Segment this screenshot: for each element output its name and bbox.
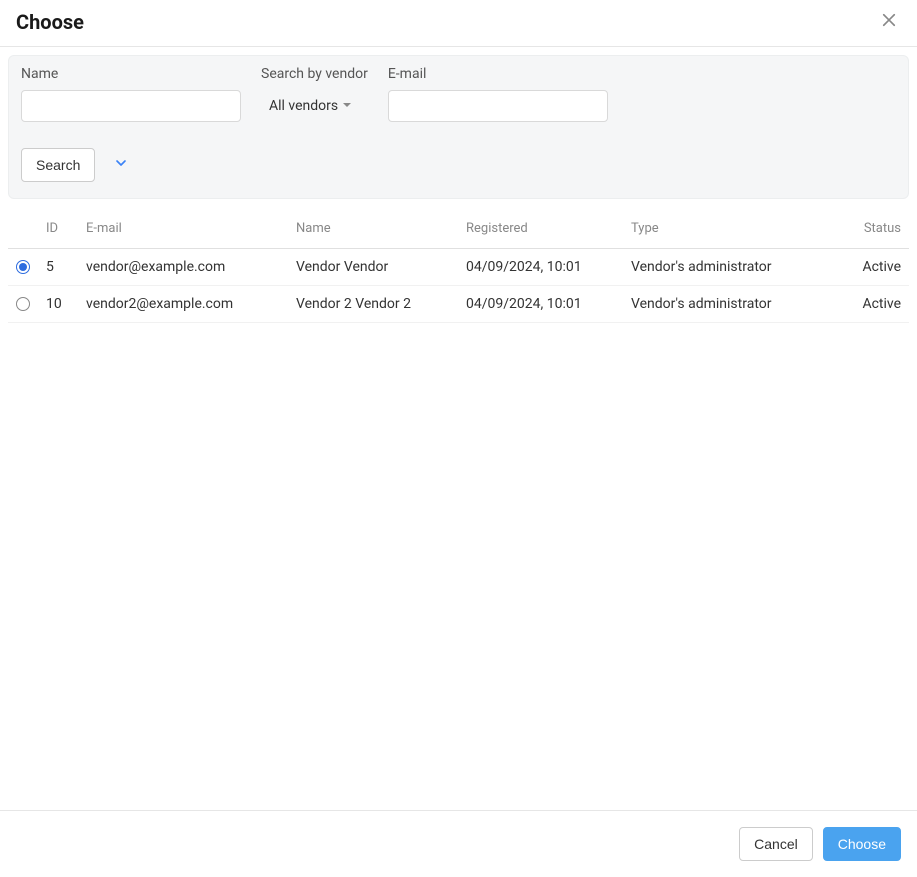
table-row[interactable]: 10vendor2@example.comVendor 2 Vendor 204… <box>8 286 909 323</box>
choose-button[interactable]: Choose <box>823 827 901 861</box>
chevron-down-icon <box>113 155 129 175</box>
filter-panel: Name Search by vendor All vendors E-mail <box>8 55 909 199</box>
search-row: Search <box>21 148 896 182</box>
vendor-dropdown[interactable]: All vendors <box>261 90 368 122</box>
table-cell-type: Vendor's administrator <box>623 286 839 323</box>
dialog-footer: Cancel Choose <box>0 810 917 877</box>
email-input[interactable] <box>388 90 608 122</box>
table-cell-id: 5 <box>38 249 78 286</box>
search-button[interactable]: Search <box>21 148 95 182</box>
close-icon <box>880 11 898 33</box>
table-cell-registered: 04/09/2024, 10:01 <box>458 286 623 323</box>
table-cell-type: Vendor's administrator <box>623 249 839 286</box>
table-cell-status: Active <box>839 286 909 323</box>
table-header-status[interactable]: Status <box>839 209 909 249</box>
advanced-toggle[interactable] <box>113 155 129 175</box>
table-cell-registered: 04/09/2024, 10:01 <box>458 249 623 286</box>
table-header-email[interactable]: E-mail <box>78 209 288 249</box>
table-header-name[interactable]: Name <box>288 209 458 249</box>
name-label: Name <box>21 66 241 82</box>
close-button[interactable] <box>877 10 901 34</box>
cancel-button[interactable]: Cancel <box>739 827 813 861</box>
name-input[interactable] <box>21 90 241 122</box>
table-header-id[interactable]: ID <box>38 209 78 249</box>
table-cell-email: vendor@example.com <box>78 249 288 286</box>
filter-email-field: E-mail <box>388 66 608 122</box>
table-cell-id: 10 <box>38 286 78 323</box>
caret-down-icon <box>342 98 352 114</box>
table-cell-select <box>8 249 38 286</box>
table-cell-name: Vendor 2 Vendor 2 <box>288 286 458 323</box>
table-cell-email: vendor2@example.com <box>78 286 288 323</box>
dialog-body: Name Search by vendor All vendors E-mail <box>0 47 917 810</box>
table-row[interactable]: 5vendor@example.comVendor Vendor04/09/20… <box>8 249 909 286</box>
email-label: E-mail <box>388 66 608 82</box>
filter-vendor-field: Search by vendor All vendors <box>261 66 368 122</box>
dialog-header: Choose <box>0 0 917 47</box>
vendor-label: Search by vendor <box>261 66 368 82</box>
vendor-dropdown-value: All vendors <box>269 98 338 114</box>
table-header-registered[interactable]: Registered <box>458 209 623 249</box>
choose-dialog: Choose Name Search by vendor All <box>0 0 917 877</box>
table-header-type[interactable]: Type <box>623 209 839 249</box>
row-radio[interactable] <box>16 260 30 274</box>
filter-name-field: Name <box>21 66 241 122</box>
dialog-title: Choose <box>16 10 84 34</box>
table-header-select <box>8 209 38 249</box>
table-cell-select <box>8 286 38 323</box>
row-radio[interactable] <box>16 297 30 311</box>
table-header-row: ID E-mail Name Registered Type Status <box>8 209 909 249</box>
results-table: ID E-mail Name Registered Type Status 5v… <box>8 209 909 323</box>
filter-row: Name Search by vendor All vendors E-mail <box>21 66 896 136</box>
table-cell-status: Active <box>839 249 909 286</box>
table-cell-name: Vendor Vendor <box>288 249 458 286</box>
